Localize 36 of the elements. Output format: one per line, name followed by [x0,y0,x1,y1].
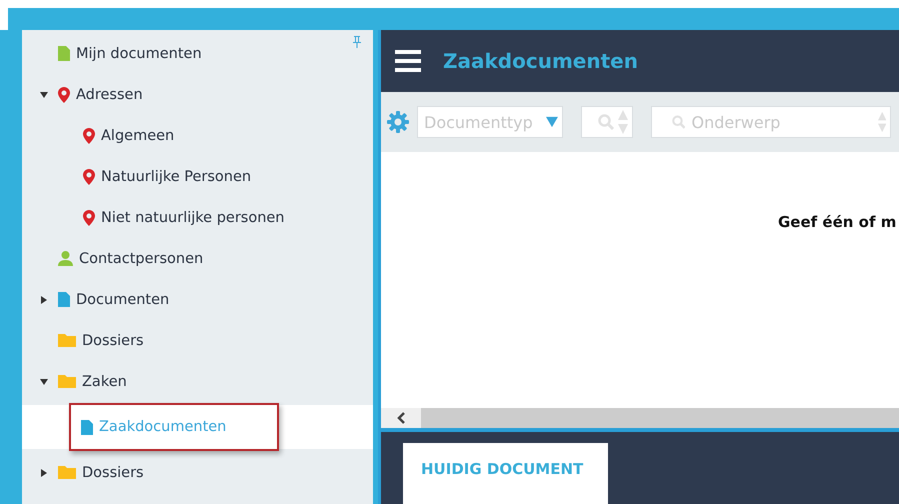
tree-item-label: Algemeen [101,128,174,144]
tree-item-label: Zaken [82,374,127,390]
tree-item-label: Natuurlijke Personen [101,168,252,184]
tree-item[interactable]: Documenten [22,279,373,320]
tree-item[interactable]: Niet natuurlijke personen [22,197,373,238]
tree-item-label: Dossiers [82,464,144,480]
expand-arrow-icon[interactable] [40,378,48,386]
menu-icon[interactable] [395,50,421,72]
search-field[interactable] [581,106,633,138]
tree-item[interactable]: Zaken [22,361,373,402]
dropdown-arrow-icon [546,116,558,128]
tree-item[interactable]: Algemeen [22,115,373,156]
tree-item-label: Dossiers [82,332,144,348]
tree-item[interactable]: Contactpersonen [22,238,373,279]
empty-message: Geef één of m [778,213,896,231]
horizontal-scrollbar[interactable] [381,408,899,432]
page-title: Zaakdocumenten [443,49,638,73]
tree-item-label: Documenten [76,292,170,308]
expand-arrow-icon[interactable] [40,90,48,98]
tree-item[interactable]: Mijn documenten [22,33,373,74]
expand-arrow-icon[interactable] [40,296,48,304]
tree-item-label: Niet natuurlijke personen [101,210,285,226]
tree-item-label: Mijn documenten [76,46,202,62]
scroll-left-button[interactable] [381,408,421,428]
tree-item-label: Zaakdocumenten [99,419,226,435]
chevron-left-icon [397,412,405,424]
search-icon [598,114,614,130]
tree-item[interactable]: Adressen [22,74,373,115]
tree-item[interactable]: Natuurlijke Personen [22,156,373,197]
tree-item-label: Adressen [76,86,143,102]
tree-item[interactable]: Dossiers [22,320,373,361]
expand-arrow-icon[interactable] [40,468,48,476]
spinner-arrows-icon [618,108,628,136]
tree-item[interactable]: Dossiers [22,452,373,493]
search-icon [672,114,686,130]
tree-item-label: Contactpersonen [79,250,204,266]
